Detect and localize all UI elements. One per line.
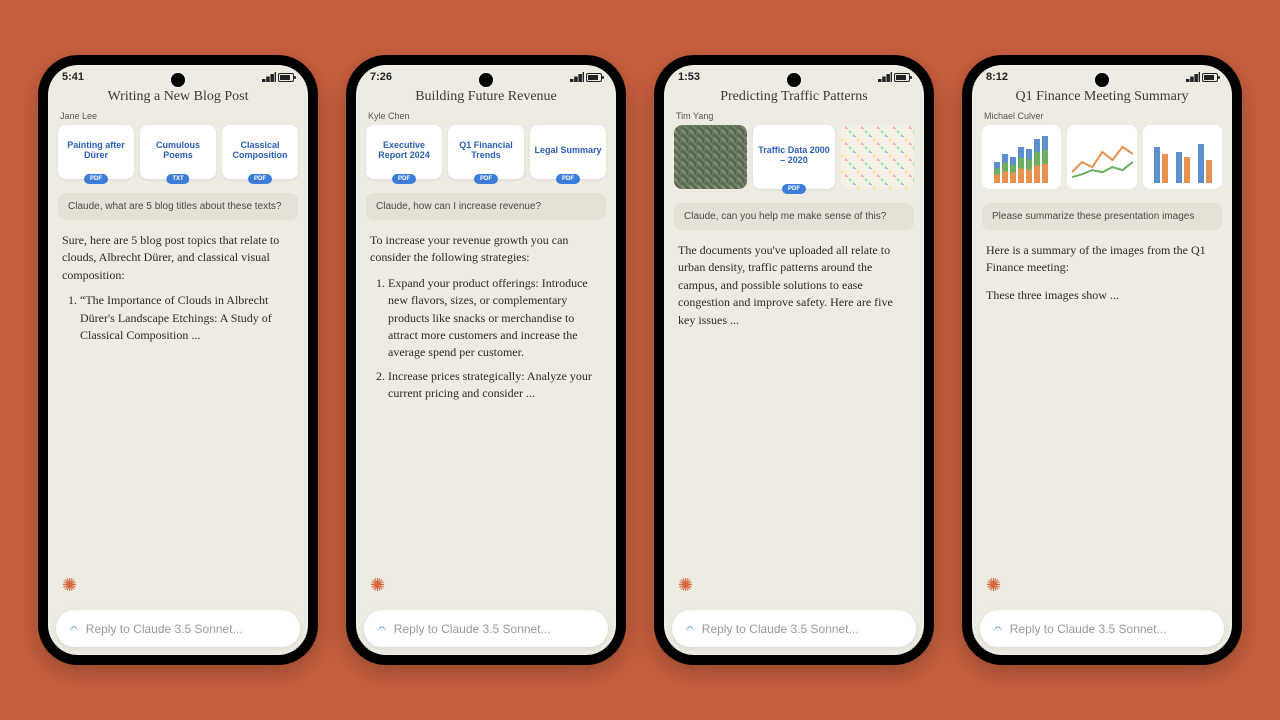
battery-icon [894,73,910,82]
author-name: Kyle Chen [356,111,616,125]
screen: 8:12 Q1 Finance Meeting Summary Michael … [972,65,1232,655]
response-item: “The Importance of Clouds in Albrecht Dü… [80,292,294,344]
camera-notch [787,73,801,87]
user-prompt: Please summarize these presentation imag… [982,203,1222,230]
response-intro: Here is a summary of the images from the… [986,242,1218,277]
response-intro: The documents you've uploaded all relate… [678,242,910,329]
reply-placeholder: Reply to Claude 3.5 Sonnet... [394,622,551,636]
attachment-card[interactable]: Q1 Financial Trends PDF [448,125,524,179]
attachment-title: Executive Report 2024 [370,140,438,161]
clock: 7:26 [370,71,392,83]
attachment-title: Q1 Financial Trends [452,140,520,161]
screen: 7:26 Building Future Revenue Kyle Chen E… [356,65,616,655]
battery-icon [586,73,602,82]
battery-icon [1202,73,1218,82]
attachment-title: Traffic Data 2000 – 2020 [757,145,830,166]
attachment-card[interactable]: Legal Summary PDF [530,125,606,179]
attachment-card[interactable]: Cumulous Poems TXT [140,125,216,179]
loading-icon: ✺ [356,569,616,602]
attachment-card[interactable]: Classical Composition PDF [222,125,298,179]
attachment-image-stickynotes[interactable] [841,125,914,189]
attachment-title: Classical Composition [226,140,294,161]
attachment-row [972,125,1232,197]
file-badge: PDF [474,174,498,184]
user-prompt: Claude, what are 5 blog titles about the… [58,193,298,220]
loading-icon: ✺ [48,569,308,602]
reply-input[interactable]: 𝄐 Reply to Claude 3.5 Sonnet... [980,610,1224,647]
attachment-image-aerial[interactable] [674,125,747,189]
attachment-title: Cumulous Poems [144,140,212,161]
page-title: Q1 Finance Meeting Summary [972,85,1232,111]
author-name: Michael Culver [972,111,1232,125]
file-badge: TXT [166,174,189,184]
assistant-response: To increase your revenue growth you can … [356,226,616,569]
clock: 8:12 [986,71,1008,83]
response-item: Increase prices strategically: Analyze y… [388,368,602,403]
reply-input[interactable]: 𝄐 Reply to Claude 3.5 Sonnet... [672,610,916,647]
screen: 1:53 Predicting Traffic Patterns Tim Yan… [664,65,924,655]
attachment-card[interactable]: Executive Report 2024 PDF [366,125,442,179]
page-title: Writing a New Blog Post [48,85,308,111]
status-icons [262,72,294,82]
reply-placeholder: Reply to Claude 3.5 Sonnet... [86,622,243,636]
response-item: Expand your product offerings: Introduce… [388,275,602,362]
reply-input[interactable]: 𝄐 Reply to Claude 3.5 Sonnet... [56,610,300,647]
status-icons [570,72,602,82]
attachment-title: Painting after Dürer [62,140,130,161]
signal-icon [262,72,276,82]
file-badge: PDF [84,174,108,184]
author-name: Tim Yang [664,111,924,125]
clock: 1:53 [678,71,700,83]
loading-icon: ✺ [664,569,924,602]
clock: 5:41 [62,71,84,83]
reply-placeholder: Reply to Claude 3.5 Sonnet... [702,622,859,636]
phone-frame: 8:12 Q1 Finance Meeting Summary Michael … [962,55,1242,665]
response-extra: These three images show ... [986,287,1218,304]
assistant-response: Here is a summary of the images from the… [972,236,1232,569]
status-icons [1186,72,1218,82]
camera-notch [171,73,185,87]
assistant-response: The documents you've uploaded all relate… [664,236,924,569]
attachment-chart-lines[interactable] [1067,125,1138,189]
file-badge: PDF [556,174,580,184]
screen: 5:41 Writing a New Blog Post Jane Lee Pa… [48,65,308,655]
attach-icon[interactable]: 𝄐 [686,620,694,637]
reply-input[interactable]: 𝄐 Reply to Claude 3.5 Sonnet... [364,610,608,647]
signal-icon [570,72,584,82]
response-intro: Sure, here are 5 blog post topics that r… [62,232,294,284]
file-badge: PDF [248,174,272,184]
attachment-card[interactable]: Traffic Data 2000 – 2020 PDF [753,125,834,189]
attachment-title: Legal Summary [534,145,601,155]
phone-frame: 1:53 Predicting Traffic Patterns Tim Yan… [654,55,934,665]
signal-icon [1186,72,1200,82]
loading-icon: ✺ [972,569,1232,602]
response-intro: To increase your revenue growth you can … [370,232,602,267]
battery-icon [278,73,294,82]
user-prompt: Claude, how can I increase revenue? [366,193,606,220]
attachment-row: Traffic Data 2000 – 2020 PDF [664,125,924,197]
attachment-chart-grouped-bars[interactable] [1143,125,1222,189]
attachment-card[interactable]: Painting after Dürer PDF [58,125,134,179]
phone-frame: 7:26 Building Future Revenue Kyle Chen E… [346,55,626,665]
user-prompt: Claude, can you help me make sense of th… [674,203,914,230]
author-name: Jane Lee [48,111,308,125]
signal-icon [878,72,892,82]
file-badge: PDF [392,174,416,184]
attachment-row: Painting after Dürer PDF Cumulous Poems … [48,125,308,187]
reply-placeholder: Reply to Claude 3.5 Sonnet... [1010,622,1167,636]
assistant-response: Sure, here are 5 blog post topics that r… [48,226,308,569]
attach-icon[interactable]: 𝄐 [378,620,386,637]
attach-icon[interactable]: 𝄐 [994,620,1002,637]
page-title: Building Future Revenue [356,85,616,111]
status-icons [878,72,910,82]
attachment-chart-stacked-bars[interactable] [982,125,1061,189]
camera-notch [479,73,493,87]
page-title: Predicting Traffic Patterns [664,85,924,111]
camera-notch [1095,73,1109,87]
phone-frame: 5:41 Writing a New Blog Post Jane Lee Pa… [38,55,318,665]
attach-icon[interactable]: 𝄐 [70,620,78,637]
attachment-row: Executive Report 2024 PDF Q1 Financial T… [356,125,616,187]
file-badge: PDF [782,184,806,194]
